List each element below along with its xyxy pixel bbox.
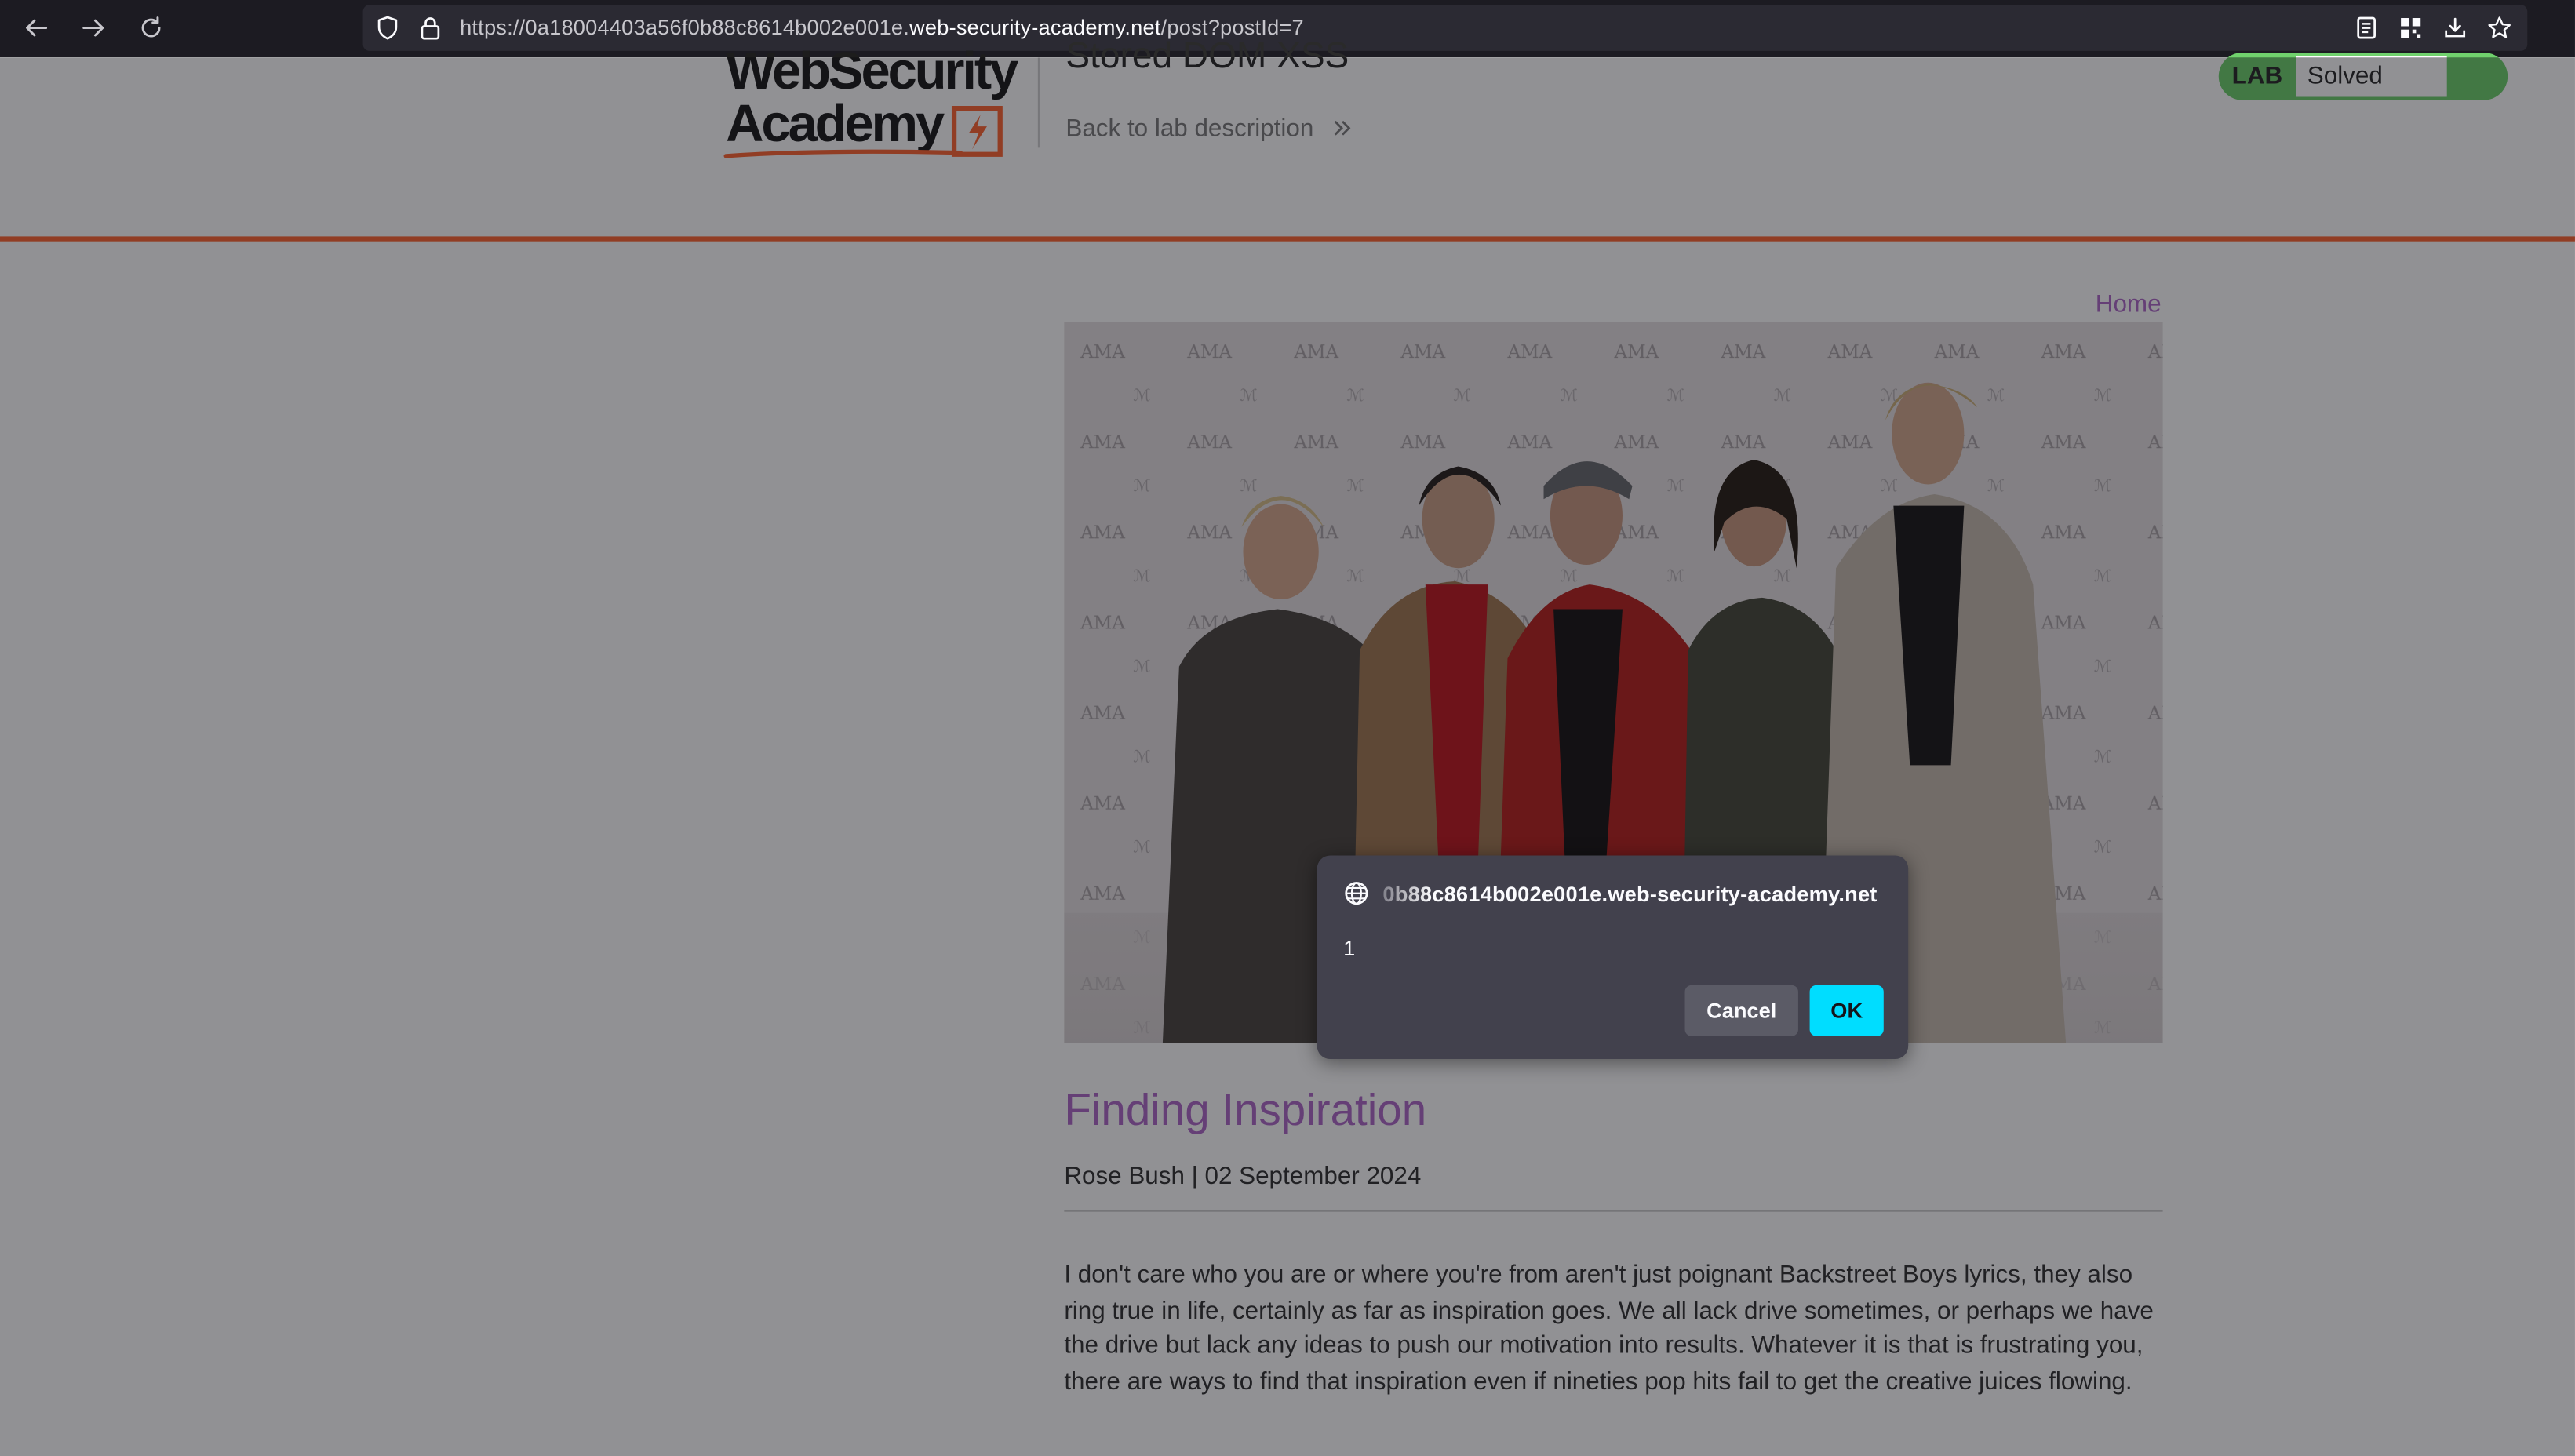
modal-overlay <box>0 57 2575 1456</box>
qr-code-icon[interactable] <box>2398 15 2424 41</box>
dialog-message: 1 <box>1343 936 1356 961</box>
arrow-right-icon <box>82 19 104 37</box>
reader-view-icon[interactable] <box>2353 15 2379 41</box>
address-bar[interactable]: https://0a18004403a56f0b88c8614b002e001e… <box>362 5 2528 51</box>
ok-button[interactable]: OK <box>1809 985 1884 1036</box>
cancel-button[interactable]: Cancel <box>1684 985 1798 1036</box>
bookmark-star-icon[interactable] <box>2486 15 2512 41</box>
shield-icon[interactable] <box>374 15 400 41</box>
dialog-origin: 0b88c8614b002e001e.web-security-academy.… <box>1382 881 1878 907</box>
alert-dialog: 0b88c8614b002e001e.web-security-academy.… <box>1317 855 1909 1060</box>
forward-button[interactable] <box>74 10 113 46</box>
reload-icon <box>141 16 161 38</box>
download-icon[interactable] <box>2442 15 2468 41</box>
globe-icon <box>1345 882 1368 905</box>
lock-icon[interactable] <box>417 15 443 41</box>
reload-button[interactable] <box>131 10 170 46</box>
back-button[interactable] <box>16 10 56 46</box>
arrow-left-icon <box>26 19 48 37</box>
